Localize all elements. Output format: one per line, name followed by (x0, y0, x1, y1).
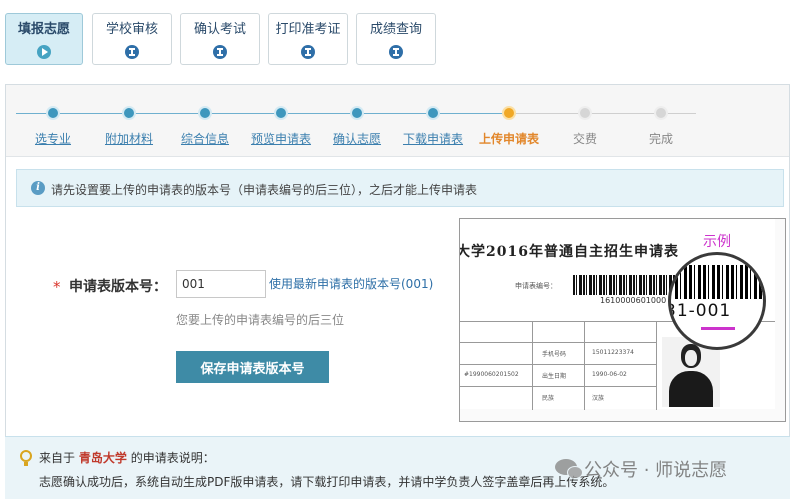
note-prefix: 来自于 (39, 451, 76, 465)
table-line (460, 342, 656, 343)
barcode-icon (573, 275, 677, 295)
tab-print-admission[interactable]: 打印准考证 (268, 13, 348, 65)
info-icon: i (31, 181, 45, 195)
tab-label: 填报志愿 (17, 22, 70, 37)
version-label: 申请表版本号： (69, 279, 167, 295)
step-download-application[interactable]: 下载申请表 (403, 130, 463, 147)
tab-fill-application[interactable]: 填报志愿 (5, 13, 83, 65)
step-dot-current (502, 106, 516, 120)
table-line (532, 322, 533, 410)
magnified-number: 31-001 (668, 301, 732, 321)
hourglass-icon (389, 45, 403, 59)
highlight-underline (701, 327, 735, 330)
step-dot (350, 106, 364, 120)
save-version-button[interactable]: 保存申请表版本号 (176, 351, 329, 383)
step-general-info[interactable]: 综合信息 (181, 130, 229, 147)
play-icon (37, 45, 51, 59)
step-preview-application[interactable]: 预览申请表 (251, 130, 311, 147)
watermark: 公众号 · 师说志愿 (584, 460, 728, 481)
step-dot (198, 106, 212, 120)
lightbulb-icon (20, 450, 32, 466)
table-line (656, 322, 657, 410)
tab-school-review[interactable]: 学校审核 (92, 13, 172, 65)
table-cell: 手机号码 (542, 351, 567, 358)
hourglass-icon (125, 45, 139, 59)
step-additional-materials[interactable]: 附加材料 (105, 130, 153, 147)
tab-confirm-exam[interactable]: 确认考试 (180, 13, 260, 65)
photo-body (669, 371, 713, 407)
step-payment: 交费 (572, 132, 598, 146)
example-label: 示例 (703, 234, 731, 250)
barcode-number: 1610000601000 (600, 296, 667, 305)
photo-face (685, 350, 697, 366)
sheet-number-field: 申请表编号： (515, 282, 557, 290)
info-text: 请先设置要上传的申请表的版本号（申请表编号的后三位），之后才能上传申请表 (51, 183, 478, 197)
note-text: 志愿确认成功后，系统自动生成PDF版申请表，请下载打印申请表，并请中学负责人签字… (39, 475, 615, 489)
table-line (584, 322, 585, 410)
step-dot (654, 106, 668, 120)
version-hint: 您要上传的申请表编号的后三位 (176, 313, 345, 327)
tab-score-query[interactable]: 成绩查询 (356, 13, 436, 65)
required-mark: * (53, 278, 61, 296)
use-latest-version-link[interactable]: 使用最新申请表的版本号(001) (269, 275, 433, 292)
step-dot (426, 106, 440, 120)
table-line (460, 386, 656, 387)
example-image: 大学2016年普通自主招生申请表 申请表编号： 1610000601000 手机… (459, 218, 786, 422)
step-dot (274, 106, 288, 120)
note-suffix: 的申请表说明： (130, 451, 215, 465)
table-cell: 出生日期 (542, 373, 567, 380)
step-progress: 选专业 附加材料 综合信息 预览申请表 确认志愿 下载申请表 上传申请表 交费 … (6, 85, 789, 157)
wechat-icon (555, 459, 583, 479)
step-dot (122, 106, 136, 120)
version-input[interactable] (176, 270, 266, 298)
tab-label: 确认考试 (193, 22, 246, 37)
tab-label: 成绩查询 (369, 22, 422, 37)
magnifier-icon: 31-001 (668, 252, 766, 350)
table-cell: 1990-06-02 (592, 371, 627, 378)
school-name: 青岛大学 (78, 451, 127, 465)
sheet-title: 大学2016年普通自主招生申请表 (459, 244, 679, 260)
tab-label: 打印准考证 (275, 22, 341, 37)
hourglass-icon (301, 45, 315, 59)
step-select-major[interactable]: 选专业 (35, 130, 71, 147)
table-cell: 汉族 (592, 395, 605, 402)
hourglass-icon (213, 45, 227, 59)
step-upload-application: 上传申请表 (478, 132, 540, 146)
table-cell: #1990060201502 (464, 371, 519, 378)
note-heading: 来自于 青岛大学 的申请表说明： (39, 449, 215, 466)
progress-line-todo (516, 113, 696, 114)
tab-label: 学校审核 (105, 22, 158, 37)
step-confirm-choice[interactable]: 确认志愿 (333, 130, 381, 147)
magnified-barcode (675, 265, 763, 299)
step-complete: 完成 (648, 132, 674, 146)
table-line (460, 364, 656, 365)
step-dot (578, 106, 592, 120)
step-dot (46, 106, 60, 120)
info-bar: i 请先设置要上传的申请表的版本号（申请表编号的后三位），之后才能上传申请表 (16, 169, 784, 207)
table-cell: 15011223374 (592, 349, 634, 356)
table-cell: 民族 (542, 395, 555, 402)
